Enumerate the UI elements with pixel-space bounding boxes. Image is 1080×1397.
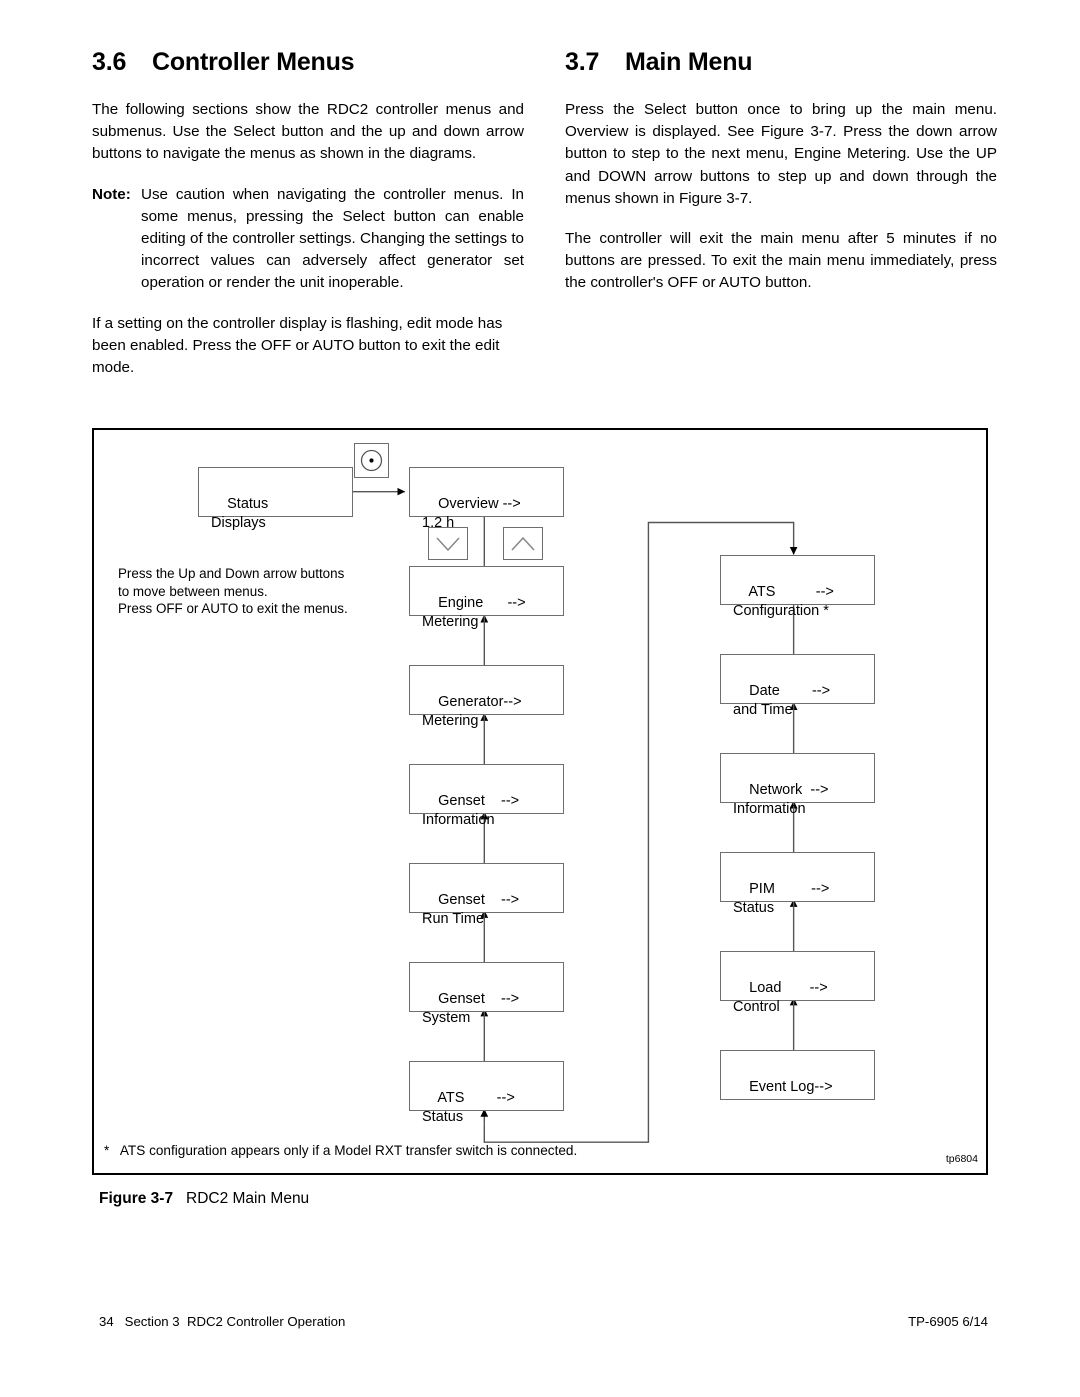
menu-box-ats-configuration[interactable]: ATS --> Configuration *: [720, 555, 875, 619]
section-3-6-heading: 3.6 Controller Menus: [92, 48, 524, 77]
caution-note: Note: Use caution when navigating the co…: [92, 184, 524, 295]
menu-box-genset-system-line2: System: [422, 1010, 471, 1026]
section-3-7-paragraph-2: The controller will exit the main menu a…: [565, 230, 997, 292]
menu-box-ats-status-line2: Status: [422, 1109, 464, 1125]
up-arrow-button[interactable]: [503, 527, 543, 560]
figure-footnote: * ATS configuration appears only if a Mo…: [104, 1143, 578, 1158]
section-3-7-paragraph-1: Press the Select button once to bring up…: [565, 101, 997, 207]
box-status-displays-line1: Status: [227, 496, 269, 512]
menu-box-generator-metering-line2: Metering: [422, 713, 479, 729]
down-arrow-button[interactable]: [428, 527, 468, 560]
menu-box-engine-metering-line1: Engine -->: [438, 595, 526, 611]
menu-box-event-log-line1: Event Log-->: [749, 1079, 833, 1095]
figure-3-7-frame: Status Displays Overview --> 1.2 h Engine …: [92, 428, 988, 1175]
menu-box-load-control[interactable]: Load --> Control: [720, 951, 875, 1015]
menu-box-ats-status-line1: ATS -->: [437, 1090, 515, 1106]
menu-box-genset-information[interactable]: Genset --> Information: [409, 764, 564, 828]
menu-box-network-information-line2: Information: [733, 801, 806, 817]
menu-box-event-log[interactable]: Event Log-->: [720, 1050, 875, 1100]
menu-box-load-control-line1: Load -->: [749, 980, 828, 996]
menu-box-ats-configuration-line1: ATS -->: [748, 584, 834, 600]
menu-box-generator-metering-line1: Generator-->: [438, 694, 522, 710]
figure-id-label: tp6804: [945, 1153, 978, 1165]
menu-box-genset-system[interactable]: Genset --> System: [409, 962, 564, 1026]
navigation-hint-text: Press the Up and Down arrow buttons to m…: [118, 566, 348, 616]
menu-box-network-information[interactable]: Network --> Information: [720, 753, 875, 817]
box-status-displays: Status Displays: [198, 467, 353, 531]
section-3-6-paragraph-2: If a setting on the controller display i…: [92, 314, 503, 377]
menu-box-date-and-time-line2: and Time: [733, 702, 793, 718]
note-label: Note:: [92, 185, 131, 203]
menu-box-generator-metering[interactable]: Generator--> Metering: [409, 665, 564, 729]
chevron-down-icon: [436, 537, 460, 552]
section-3-7-title: Main Menu: [625, 48, 753, 76]
menu-box-genset-information-line1: Genset -->: [438, 793, 520, 809]
menu-box-genset-run-time-line2: Run Time: [422, 911, 485, 927]
menu-box-ats-status[interactable]: ATS --> Status: [409, 1061, 564, 1125]
menu-box-genset-run-time-line1: Genset -->: [438, 892, 520, 908]
footer-right: TP-6905 6/14: [908, 1314, 988, 1329]
menu-box-date-and-time-line1: Date -->: [749, 683, 831, 699]
section-3-7-heading: 3.7 Main Menu: [565, 48, 997, 77]
note-text: Use caution when navigating the controll…: [141, 185, 524, 292]
menu-box-overview-line1: Overview -->: [438, 496, 521, 512]
menu-box-pim-status[interactable]: PIM --> Status: [720, 852, 875, 916]
chevron-up-icon: [511, 536, 535, 551]
figure-caption-label: Figure 3-7: [99, 1190, 174, 1207]
menu-box-overview[interactable]: Overview --> 1.2 h: [409, 467, 564, 531]
menu-box-pim-status-line1: PIM -->: [749, 881, 830, 897]
figure-caption-text: RDC2 Main Menu: [186, 1190, 310, 1207]
menu-box-pim-status-line2: Status: [733, 900, 775, 916]
footer-left: 34 Section 3 RDC2 Controller Operation: [99, 1314, 346, 1329]
menu-box-genset-information-line2: Information: [422, 812, 495, 828]
box-status-displays-line2: Displays: [211, 515, 266, 531]
section-3-6-paragraph-1: The following sections show the RDC2 con…: [92, 101, 524, 163]
menu-box-date-and-time[interactable]: Date --> and Time: [720, 654, 875, 718]
section-3-7-column: 3.7 Main Menu Press the Select button onc…: [565, 48, 997, 313]
menu-box-engine-metering-line2: Metering: [422, 614, 479, 630]
menu-box-engine-metering[interactable]: Engine --> Metering: [409, 566, 564, 630]
section-3-6-number: 3.6: [92, 48, 127, 76]
menu-box-genset-system-line1: Genset -->: [438, 991, 520, 1007]
menu-box-network-information-line1: Network -->: [749, 782, 829, 798]
figure-caption: Figure 3-7 RDC2 Main Menu: [99, 1190, 309, 1208]
menu-box-genset-run-time[interactable]: Genset --> Run Time: [409, 863, 564, 927]
section-3-6-column: 3.6 Controller Menus The following sectio…: [92, 48, 524, 397]
select-button[interactable]: [354, 443, 389, 478]
section-3-7-number: 3.7: [565, 48, 600, 76]
section-3-6-title: Controller Menus: [152, 48, 355, 76]
menu-box-ats-configuration-line2: Configuration *: [733, 603, 829, 619]
select-dot-icon: [360, 449, 383, 472]
menu-box-load-control-line2: Control: [733, 999, 780, 1015]
